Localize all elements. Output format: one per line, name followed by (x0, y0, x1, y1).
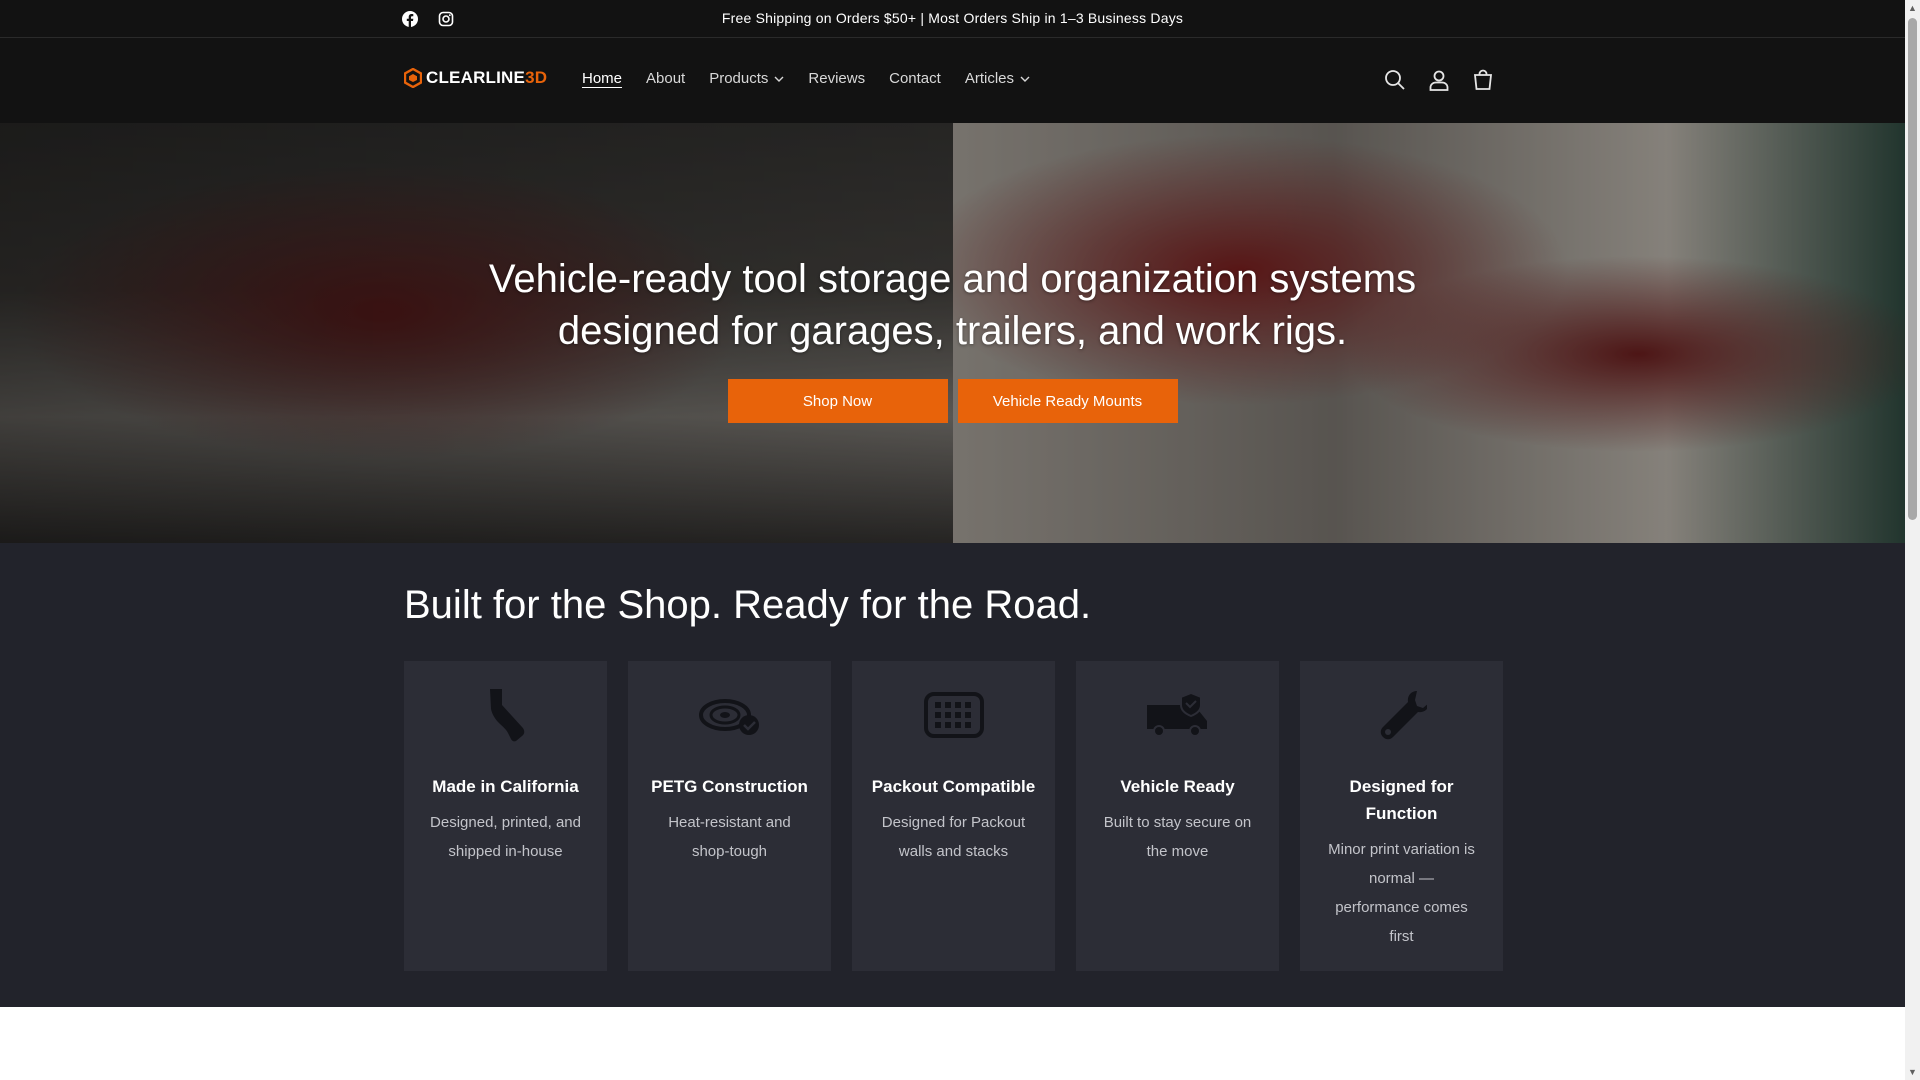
filament-spool-icon (698, 699, 759, 735)
logo-text: CLEARLINE3D (426, 68, 548, 87)
chevron-down-icon (774, 76, 784, 82)
feature-title: Made in California (432, 777, 579, 796)
cart-icon[interactable] (1471, 68, 1495, 92)
california-icon (489, 689, 524, 742)
hero-buttons: Shop Now Vehicle Ready Mounts (0, 379, 1905, 423)
nav-contact[interactable]: Contact (889, 70, 941, 87)
announcement-bar: Free Shipping on Orders $50+ | Most Orde… (0, 0, 1905, 38)
feature-card: Vehicle Ready Built to stay secure on th… (1076, 661, 1279, 971)
feature-title: Packout Compatible (871, 777, 1036, 796)
features-section: Built for the Shop. Ready for the Road. … (0, 543, 1905, 1007)
scroll-up-arrow-icon[interactable]: ▲ (1905, 0, 1920, 16)
van-check-icon (1146, 691, 1207, 737)
site-header: CLEARLINE3D Home About Products Reviews … (0, 38, 1905, 123)
packout-grid-icon (923, 692, 984, 738)
hero-banner: Vehicle-ready tool storage and organizat… (0, 123, 1905, 543)
shop-now-button[interactable]: Shop Now (727, 379, 948, 423)
feature-desc: Designed, printed, and shipped in-house (430, 814, 581, 860)
nav-articles-label: Articles (964, 70, 1014, 87)
nav-reviews[interactable]: Reviews (808, 70, 865, 87)
feature-desc: Designed for Packout walls and stacks (881, 814, 1026, 860)
nav-articles[interactable]: Articles (965, 70, 1030, 87)
chevron-down-icon (1020, 76, 1030, 82)
vehicle-ready-mounts-button[interactable]: Vehicle Ready Mounts (957, 379, 1178, 423)
page-scrollbar[interactable]: ▲ ▼ (1905, 0, 1920, 1080)
feature-card: Packout Compatible Designed for Packout … (852, 661, 1055, 971)
feature-title: Designed for Function (1349, 777, 1454, 823)
feature-desc: Minor print variation is normal — perfor… (1328, 841, 1475, 945)
feature-cards: Made in California Designed, printed, an… (404, 661, 1503, 971)
feature-card: PETG Construction Heat-resistant and sho… (628, 661, 831, 971)
announcement-message: Free Shipping on Orders $50+ | Most Orde… (721, 10, 1184, 26)
page: Free Shipping on Orders $50+ | Most Orde… (0, 0, 1905, 1080)
nav-products[interactable]: Products (709, 70, 784, 87)
account-icon[interactable] (1427, 68, 1451, 92)
wrench-icon (1380, 691, 1427, 740)
nav-about[interactable]: About (646, 70, 685, 87)
hero-content: Vehicle-ready tool storage and organizat… (0, 253, 1905, 423)
scroll-down-arrow-icon[interactable]: ▼ (1905, 1064, 1920, 1080)
scrollbar-thumb[interactable] (1908, 18, 1917, 520)
feature-title: PETG Construction (651, 777, 808, 796)
nav-products-label: Products (709, 70, 769, 87)
hero-title: Vehicle-ready tool storage and organizat… (488, 257, 1417, 353)
feature-desc: Heat-resistant and shop-tough (668, 814, 791, 860)
logo-mark-icon (404, 68, 422, 88)
nav-home[interactable]: Home (582, 70, 622, 87)
feature-title: Vehicle Ready (1120, 777, 1235, 796)
feature-card: Made in California Designed, printed, an… (404, 661, 607, 971)
logo[interactable]: CLEARLINE3D (404, 68, 547, 88)
search-icon[interactable] (1383, 68, 1407, 92)
feature-desc: Built to stay secure on the move (1103, 814, 1252, 860)
features-heading: Built for the Shop. Ready for the Road. (404, 583, 1092, 627)
main-nav: Home About Products Reviews Contact Arti… (582, 70, 1030, 87)
header-icons (1383, 68, 1495, 92)
feature-card: Designed for Function Minor print variat… (1300, 661, 1503, 971)
